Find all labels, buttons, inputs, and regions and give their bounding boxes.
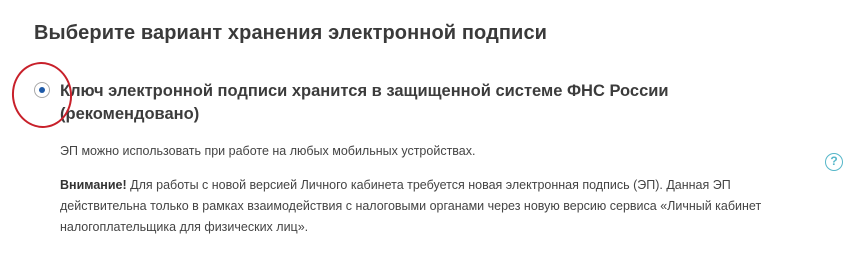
storage-option-radio[interactable] [34, 82, 50, 98]
storage-option-label[interactable]: Ключ электронной подписи хранится в защи… [60, 80, 760, 126]
radio-selected-dot [39, 87, 45, 93]
page-title: Выберите вариант хранения электронной по… [34, 22, 548, 44]
option-description: ЭП можно использовать при работе на любы… [60, 144, 476, 158]
warning-body: Для работы с новой версией Личного кабин… [60, 178, 762, 234]
warning-text: Внимание! Для работы с новой версией Лич… [60, 175, 820, 238]
warning-title: Внимание! [60, 178, 127, 192]
help-icon[interactable]: ? [825, 153, 843, 171]
